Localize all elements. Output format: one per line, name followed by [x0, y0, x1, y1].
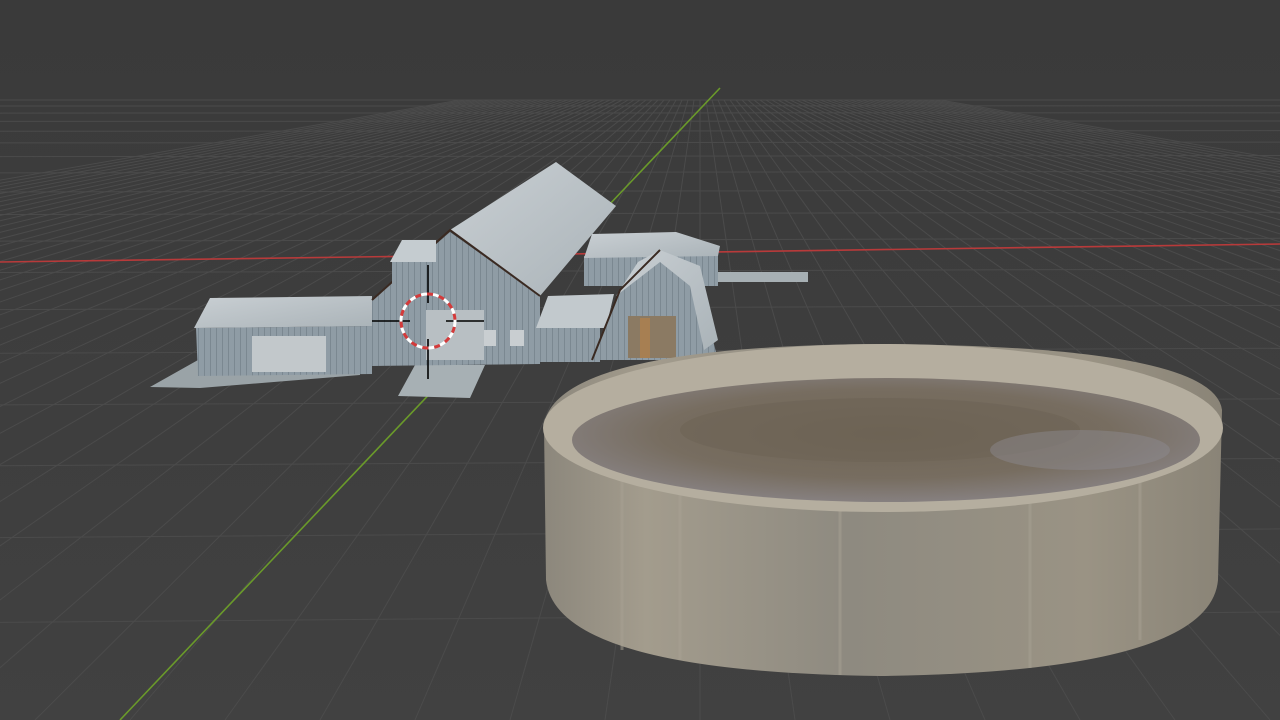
grid-line [0, 130, 1280, 132]
circular-tank-model[interactable] [543, 344, 1223, 676]
viewport-canvas[interactable] [0, 0, 1280, 720]
3d-viewport[interactable] [0, 0, 1280, 720]
